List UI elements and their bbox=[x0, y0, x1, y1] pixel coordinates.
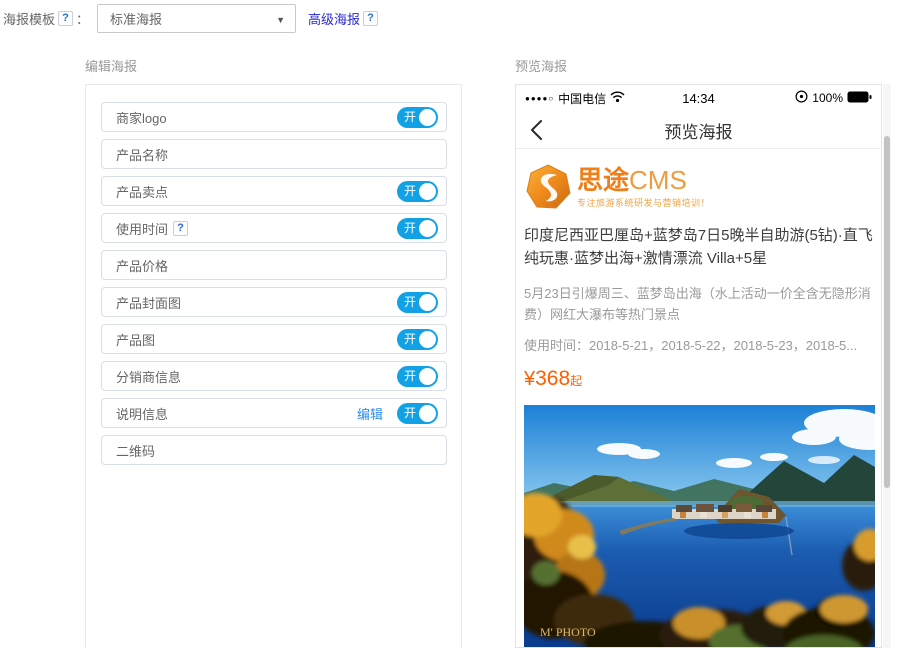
product-cover-photo: M' PHOTO bbox=[524, 405, 875, 648]
toggle-knob bbox=[419, 183, 436, 200]
description-info-toggle[interactable]: 开 bbox=[397, 403, 438, 424]
signal-dots-icon: ●●●●○ bbox=[525, 94, 554, 103]
wifi-icon bbox=[610, 91, 625, 106]
preview-scrollbar-thumb[interactable] bbox=[884, 136, 890, 488]
product-selling-point: 5月23日引爆周三、蓝梦岛出海（水上活动一价全含无隐形消费）网红大瀑布等热门景点 bbox=[524, 283, 873, 325]
cover-image-toggle[interactable]: 开 bbox=[397, 292, 438, 313]
product-title: 印度尼西亚巴厘岛+蓝梦岛7日5晚半自助游(5钻)·直飞纯玩惠·蓝梦出海+激情漂流… bbox=[524, 224, 873, 270]
row-product-name: 产品名称 bbox=[101, 139, 447, 169]
row-product-price: 产品价格 bbox=[101, 250, 447, 280]
edit-poster-panel: 商家logo 开 产品名称 产品卖点 开 使用时间 ? 开 产品价格 产品封面图 bbox=[85, 84, 462, 648]
poster-preview-phone: 14:34 ●●●●○ 中国电信 100% 预览海报 bbox=[515, 84, 882, 648]
product-use-time: 使用时间：2018-5-21，2018-5-22，2018-5-23，2018-… bbox=[524, 335, 873, 354]
template-select[interactable]: 标准海报 ▼ bbox=[97, 4, 296, 33]
preview-poster-title: 预览海报 bbox=[515, 56, 567, 75]
toggle-knob bbox=[419, 220, 436, 237]
merchant-logo: 思途CMS 专注旅游系统研发与营销培训！ bbox=[524, 162, 873, 214]
use-time-toggle[interactable]: 开 bbox=[397, 218, 438, 239]
row-label: 产品卖点 bbox=[116, 182, 168, 201]
brand-tagline: 专注旅游系统研发与营销培训！ bbox=[577, 196, 710, 209]
poster-template-toolbar: 海报模板 ? ： 标准海报 ▼ 高级海报 ? bbox=[3, 0, 381, 36]
carrier-label: 中国电信 bbox=[558, 90, 606, 107]
selling-point-toggle[interactable]: 开 bbox=[397, 181, 438, 202]
chevron-down-icon: ▼ bbox=[276, 15, 285, 25]
row-qrcode: 二维码 bbox=[101, 435, 447, 465]
nav-title: 预览海报 bbox=[516, 118, 881, 143]
toggle-knob bbox=[419, 405, 436, 422]
brand-gem-icon bbox=[524, 163, 572, 214]
row-label: 分销商信息 bbox=[116, 367, 181, 386]
edit-poster-title: 编辑海报 bbox=[85, 56, 137, 75]
description-edit-link[interactable]: 编辑 bbox=[357, 404, 383, 423]
row-label: 产品封面图 bbox=[116, 293, 181, 312]
battery-percent: 100% bbox=[812, 91, 843, 105]
toggle-knob bbox=[419, 331, 436, 348]
use-time-help-icon[interactable]: ? bbox=[173, 221, 188, 236]
brand-name-cn: 思途 bbox=[577, 165, 629, 195]
brand-name-en: CMS bbox=[629, 165, 687, 195]
advanced-help-icon[interactable]: ? bbox=[363, 11, 378, 26]
template-help-icon[interactable]: ? bbox=[58, 11, 73, 26]
row-label: 产品图 bbox=[116, 330, 155, 349]
distributor-info-toggle[interactable]: 开 bbox=[397, 366, 438, 387]
row-label: 产品价格 bbox=[116, 256, 168, 275]
row-description-info: 说明信息 编辑 开 bbox=[101, 398, 447, 428]
row-use-time: 使用时间 ? 开 bbox=[101, 213, 447, 243]
battery-icon bbox=[847, 91, 872, 106]
row-distributor-info: 分销商信息 开 bbox=[101, 361, 447, 391]
toggle-knob bbox=[419, 368, 436, 385]
photo-watermark: M' PHOTO bbox=[540, 625, 596, 639]
row-cover-image: 产品封面图 开 bbox=[101, 287, 447, 317]
row-label: 使用时间 bbox=[116, 219, 168, 238]
row-label: 二维码 bbox=[116, 441, 155, 460]
advanced-poster-link[interactable]: 高级海报 bbox=[308, 9, 360, 28]
row-label: 说明信息 bbox=[116, 404, 168, 423]
row-merchant-logo: 商家logo 开 bbox=[101, 102, 447, 132]
product-image-toggle[interactable]: 开 bbox=[397, 329, 438, 350]
phone-status-bar: 14:34 ●●●●○ 中国电信 100% bbox=[516, 85, 881, 111]
preview-scrollbar[interactable] bbox=[883, 84, 891, 648]
toggle-knob bbox=[419, 294, 436, 311]
row-label: 产品名称 bbox=[116, 145, 168, 164]
toggle-knob bbox=[419, 109, 436, 126]
template-select-value: 标准海报 bbox=[110, 9, 162, 28]
phone-nav-bar: 预览海报 bbox=[516, 111, 881, 149]
currency-symbol: ¥ bbox=[524, 368, 535, 390]
row-product-image: 产品图 开 bbox=[101, 324, 447, 354]
label-colon: ： bbox=[76, 9, 89, 28]
orientation-lock-icon bbox=[795, 90, 808, 106]
row-selling-point: 产品卖点 开 bbox=[101, 176, 447, 206]
merchant-logo-toggle[interactable]: 开 bbox=[397, 107, 438, 128]
row-label: 商家logo bbox=[116, 108, 167, 127]
poster-content: 思途CMS 专注旅游系统研发与营销培训！ 印度尼西亚巴厘岛+蓝梦岛7日5晚半自助… bbox=[516, 162, 881, 648]
template-label: 海报模板 bbox=[3, 9, 55, 28]
product-price: ¥368起 bbox=[524, 367, 873, 391]
